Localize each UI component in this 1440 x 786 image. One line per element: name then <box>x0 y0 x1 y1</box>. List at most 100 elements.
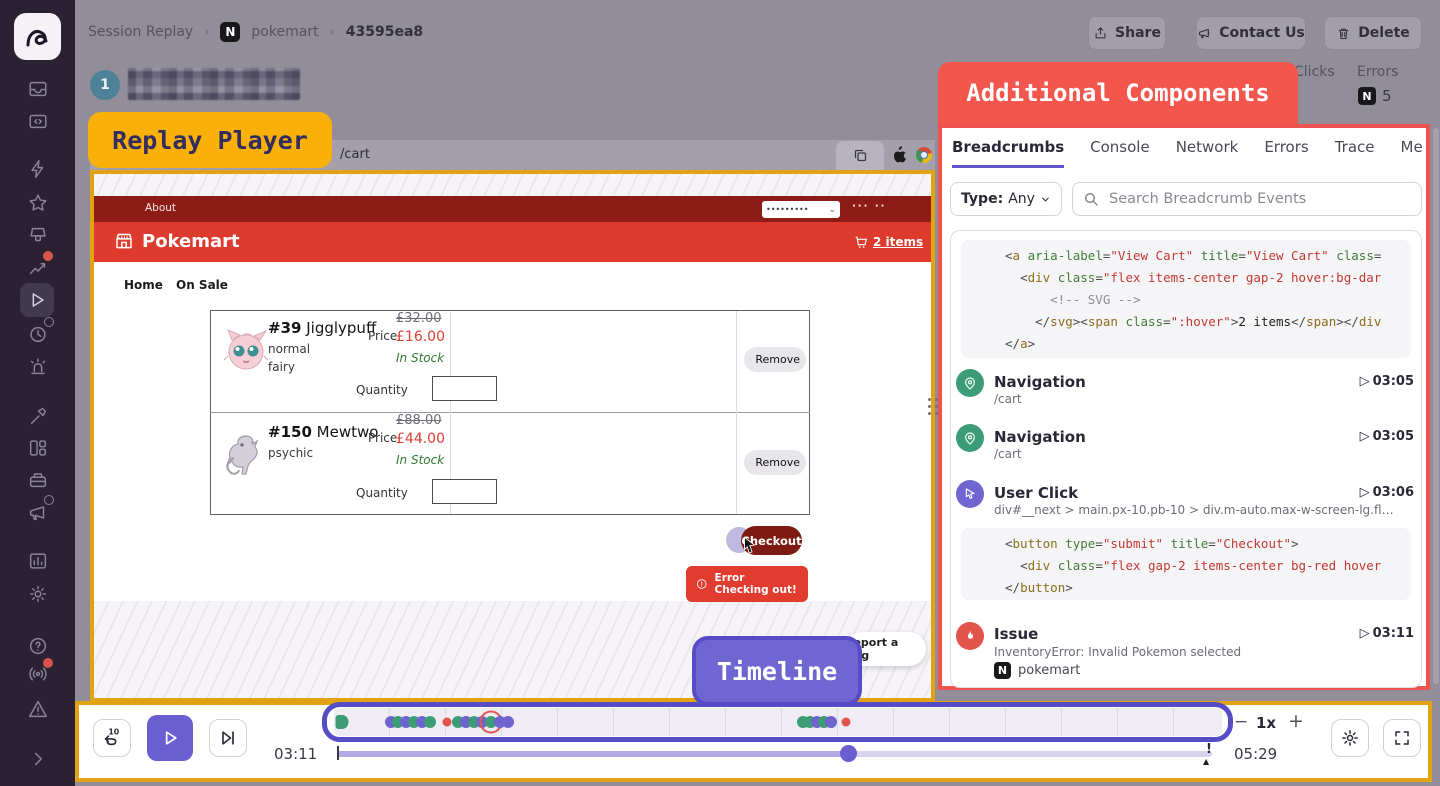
breadcrumb-project[interactable]: pokemart <box>251 24 318 40</box>
type-filter-value: Any <box>1008 191 1035 207</box>
panel-resize-handle[interactable] <box>928 398 941 425</box>
errors-count: 5 <box>1382 87 1392 105</box>
inbox-icon[interactable] <box>26 77 49 100</box>
trends-icon[interactable] <box>26 255 49 278</box>
trash-icon <box>1336 26 1351 41</box>
play-button[interactable] <box>147 715 193 761</box>
user-click-event-icon <box>956 480 984 508</box>
alerts-icon[interactable] <box>26 354 49 377</box>
quantity-input[interactable] <box>432 479 497 504</box>
timeline-track[interactable] <box>334 708 1222 736</box>
breadcrumb-separator: › <box>330 25 335 40</box>
chrome-browser-icon <box>916 147 932 163</box>
end-marker: ! <box>1206 742 1212 757</box>
site-nav-home[interactable]: Home <box>124 278 163 292</box>
clicks-stat-label: Clicks <box>1294 64 1335 80</box>
tab-trace[interactable]: Trace <box>1335 138 1375 168</box>
event-title[interactable]: Navigation <box>994 373 1086 391</box>
help-icon[interactable] <box>26 634 49 657</box>
toolbar-icon[interactable] <box>26 404 49 427</box>
timeline-event-dot[interactable] <box>825 716 837 728</box>
event-timestamp[interactable]: ▷03:05 <box>1330 429 1414 444</box>
funnel-icon[interactable] <box>26 223 49 246</box>
player-settings-button[interactable] <box>1331 719 1369 757</box>
event-timestamp[interactable]: ▷03:11 <box>1330 626 1414 641</box>
event-title[interactable]: Navigation <box>994 428 1086 446</box>
collapse-chevron-icon[interactable] <box>26 747 49 770</box>
event-title[interactable]: User Click <box>994 484 1078 502</box>
remove-item-button[interactable]: Remove <box>744 347 806 372</box>
skip-to-end-button[interactable] <box>209 719 247 757</box>
quantity-label: Quantity <box>356 383 408 397</box>
old-price: £32.00 <box>396 311 442 326</box>
event-timestamp[interactable]: ▷03:06 <box>1330 485 1414 500</box>
star-icon[interactable] <box>26 191 49 214</box>
timeline-event-dot[interactable] <box>842 718 851 727</box>
playback-speed[interactable]: 1x <box>1256 714 1276 732</box>
tab-breadcrumbs[interactable]: Breadcrumbs <box>952 138 1064 168</box>
timeline-event-dot[interactable] <box>336 715 349 729</box>
site-header: Pokemart 2 items <box>94 222 931 262</box>
session-replay-icon[interactable] <box>20 283 54 317</box>
delete-button[interactable]: Delete <box>1324 16 1422 50</box>
logo-icon <box>23 22 53 52</box>
tab-network[interactable]: Network <box>1176 138 1239 168</box>
breadcrumb-session-id[interactable]: 43595ea8 <box>346 24 423 40</box>
breadcrumb-search-input[interactable] <box>1107 190 1401 208</box>
type-filter-dropdown[interactable]: Type: Any <box>950 182 1062 216</box>
activity-icon[interactable] <box>26 157 49 180</box>
share-button[interactable]: Share <box>1088 16 1166 50</box>
cart-item-type: fairy <box>268 360 295 374</box>
copy-url-tab[interactable] <box>836 141 884 170</box>
history-icon[interactable] <box>26 322 49 345</box>
contact-us-button[interactable]: Contact Us <box>1196 16 1306 50</box>
share-button-label: Share <box>1115 25 1161 41</box>
rewind-10-button[interactable]: 10 <box>93 719 131 757</box>
alert-circle-icon <box>696 576 708 592</box>
site-topbar: About ••••••••• ⌄ ··· ·· <box>94 196 931 222</box>
timeline-event-dot[interactable] <box>443 718 452 727</box>
quantity-input[interactable] <box>432 376 497 401</box>
remove-item-button[interactable]: Remove <box>744 450 806 475</box>
play-from-here-icon: ▷ <box>1360 429 1370 444</box>
site-about-link[interactable]: About <box>145 202 176 214</box>
code-snippet-checkout: <button type="submit" title="Checkout"> … <box>961 528 1411 600</box>
tab-errors[interactable]: Errors <box>1264 138 1308 168</box>
broadcast-icon[interactable] <box>26 662 49 685</box>
site-masked-select[interactable]: ••••••••• ⌄ <box>762 201 840 218</box>
old-price: £88.00 <box>396 413 442 428</box>
seekbar-start-tick <box>337 746 339 760</box>
app-logo[interactable] <box>14 13 61 60</box>
dashboards-icon[interactable] <box>26 436 49 459</box>
fullscreen-button[interactable] <box>1383 719 1421 757</box>
breadcrumb-search[interactable] <box>1072 182 1422 216</box>
data-warehouse-icon[interactable] <box>26 468 49 491</box>
site-cart-link[interactable]: 2 items <box>873 235 923 249</box>
timeline-event-dot[interactable] <box>502 716 514 728</box>
speed-increase-button[interactable]: + <box>1288 710 1304 732</box>
settings-gear-icon[interactable] <box>26 582 49 605</box>
fullscreen-icon <box>1393 729 1411 747</box>
code-folder-icon[interactable] <box>26 109 49 132</box>
warning-icon[interactable] <box>26 697 49 720</box>
site-nav-on-sale[interactable]: On Sale <box>176 278 228 292</box>
page-scrollbar[interactable] <box>1433 128 1439 684</box>
tab-memory[interactable]: Memory <box>1401 138 1422 168</box>
stock-status: In Stock <box>396 453 444 467</box>
announcements-icon[interactable] <box>26 500 49 523</box>
reports-icon[interactable] <box>26 549 49 572</box>
nextjs-badge-icon: N <box>994 662 1011 679</box>
speed-decrease-button[interactable]: − <box>1234 712 1248 732</box>
error-toast: Error Checking out! <box>686 566 808 602</box>
tab-console[interactable]: Console <box>1090 138 1150 168</box>
event-timestamp[interactable]: ▷03:05 <box>1330 374 1414 389</box>
seekbar-handle[interactable] <box>840 745 857 762</box>
site-brand[interactable]: Pokemart <box>142 231 240 252</box>
seekbar-progress <box>337 751 848 757</box>
timeline-event-dot[interactable] <box>424 716 436 728</box>
breadcrumb-session-replay[interactable]: Session Replay <box>88 24 193 40</box>
play-from-here-icon: ▷ <box>1360 485 1370 500</box>
trash-icon <box>750 457 751 469</box>
cart-item-type: normal <box>268 342 310 356</box>
event-title[interactable]: Issue <box>994 625 1038 643</box>
